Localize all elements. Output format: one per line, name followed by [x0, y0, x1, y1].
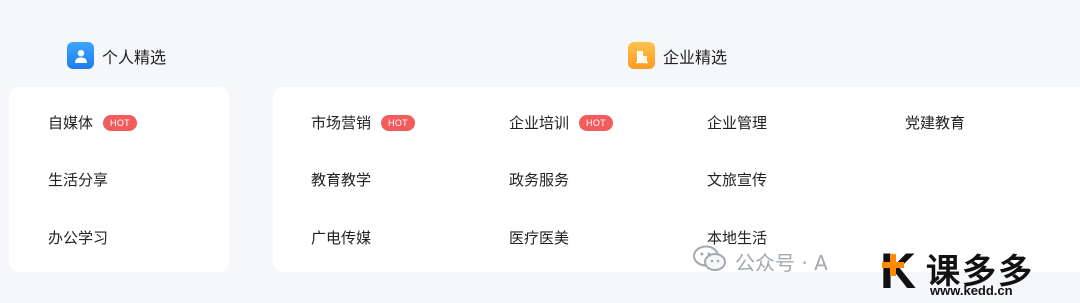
category-item-education-teaching[interactable]: 教育教学	[311, 169, 371, 190]
wechat-icon	[693, 245, 727, 278]
category-item-corporate-training[interactable]: 企业培训 HOT	[509, 112, 613, 133]
category-label: 市场营销	[311, 114, 372, 132]
enterprise-title-label: 企业精选	[663, 47, 728, 67]
category-label: 自媒体	[48, 114, 94, 132]
category-item-office-study[interactable]: 办公学习	[48, 227, 108, 248]
category-label: 企业管理	[707, 114, 768, 132]
category-label: 企业培训	[509, 114, 570, 132]
category-label: 教育教学	[311, 171, 372, 189]
user-icon	[67, 42, 94, 69]
logo-url: www.kedd.cn	[930, 283, 1013, 298]
category-label: 文旅宣传	[707, 171, 768, 189]
hot-badge: HOT	[579, 114, 613, 131]
category-label: 医疗医美	[509, 229, 570, 247]
category-label: 政务服务	[509, 171, 570, 189]
category-item-medical-beauty[interactable]: 医疗医美	[509, 227, 569, 248]
personal-section-title: 个人精选	[67, 42, 166, 69]
category-item-life-sharing[interactable]: 生活分享	[48, 169, 108, 190]
category-label: 广电传媒	[311, 229, 372, 247]
watermark-text: 公众号 · A	[735, 251, 828, 275]
category-label: 生活分享	[48, 171, 109, 189]
hot-badge: HOT	[103, 114, 137, 131]
category-label: 办公学习	[48, 229, 109, 247]
category-item-broadcast-media[interactable]: 广电传媒	[311, 227, 371, 248]
category-item-business-management[interactable]: 企业管理	[707, 112, 767, 133]
category-item-government-services[interactable]: 政务服务	[509, 169, 569, 190]
category-item-self-media[interactable]: 自媒体 HOT	[48, 112, 137, 133]
kedd-logo: K 课多多 www.kedd.cn	[880, 240, 1080, 303]
plus-icon	[882, 254, 904, 276]
building-icon	[628, 42, 655, 69]
category-item-party-education[interactable]: 党建教育	[905, 112, 965, 133]
personal-title-label: 个人精选	[102, 47, 167, 67]
category-item-culture-tourism[interactable]: 文旅宣传	[707, 169, 767, 190]
enterprise-section-title: 企业精选	[628, 42, 727, 69]
category-item-marketing[interactable]: 市场营销 HOT	[311, 112, 415, 133]
hot-badge: HOT	[381, 114, 415, 131]
personal-card: 自媒体 HOT 生活分享 办公学习	[9, 87, 229, 272]
wechat-watermark: 公众号 · A	[693, 245, 828, 278]
category-label: 党建教育	[905, 114, 966, 132]
